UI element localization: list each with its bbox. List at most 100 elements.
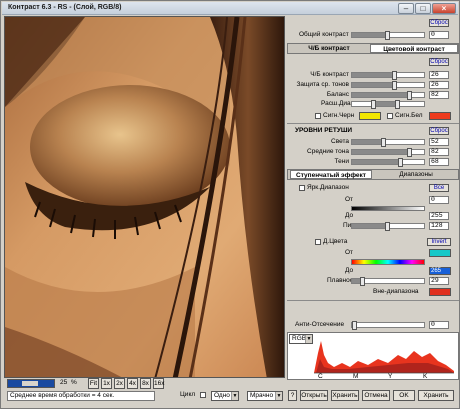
adjust-slider[interactable] <box>351 158 425 167</box>
outside-range-swatch[interactable] <box>429 288 451 296</box>
brightness-gradient-bar <box>351 206 425 211</box>
overall-contrast-input[interactable]: 0 <box>429 31 449 39</box>
tab-step-effect[interactable]: Ступенчатый эффект <box>290 170 372 179</box>
image-preview[interactable] <box>4 16 285 378</box>
value-input[interactable]: 82 <box>429 91 449 99</box>
app-window: Контраст 6.3 - RS - (Слой, RGB/8) – □ × <box>0 0 460 409</box>
slider-label: Баланс <box>326 91 349 98</box>
adjust-slider[interactable] <box>351 81 425 90</box>
close-icon: × <box>441 4 447 13</box>
range-low-thumb[interactable] <box>371 100 377 109</box>
adjust-slider[interactable] <box>351 138 425 147</box>
signal-black-label: Сигн.Черн <box>323 112 355 119</box>
smooth-input[interactable]: 29 <box>429 277 449 285</box>
zoom-button[interactable]: Fit <box>88 378 99 389</box>
anti-clip-slider[interactable] <box>351 321 425 330</box>
zoom-slider[interactable] <box>7 379 55 388</box>
signal-white-swatch[interactable] <box>429 112 451 120</box>
slider-thumb[interactable] <box>352 321 357 330</box>
slider-thumb[interactable] <box>385 222 390 231</box>
value-input[interactable]: 82 <box>429 148 449 156</box>
value-input[interactable]: 26 <box>429 71 449 79</box>
cycle-checkbox[interactable] <box>200 392 206 398</box>
slider-thumb[interactable] <box>381 138 387 147</box>
zoom-value: 25 <box>60 379 68 386</box>
slider-thumb[interactable] <box>359 277 365 286</box>
from2-color-swatch[interactable] <box>429 249 451 257</box>
invert-button[interactable]: Invert <box>427 238 451 246</box>
value-input[interactable]: 68 <box>429 158 449 166</box>
to2-color-swatch[interactable]: 265 <box>429 267 451 275</box>
open-button[interactable]: Открыть <box>300 390 328 401</box>
slider-thumb[interactable] <box>22 381 38 386</box>
signal-black-swatch[interactable] <box>359 112 381 120</box>
to-input[interactable]: 255 <box>429 212 449 220</box>
close-button[interactable]: × <box>432 3 456 14</box>
outside-range-label: Вне-диапазона <box>373 288 419 295</box>
cancel-button[interactable]: Отмена <box>362 390 390 401</box>
all-button[interactable]: Все <box>429 184 449 192</box>
slider-thumb[interactable] <box>397 158 403 167</box>
to2-label: До <box>345 267 354 274</box>
slider-label: Света <box>331 138 349 145</box>
slider-thumb[interactable] <box>392 81 398 90</box>
range-slider[interactable] <box>351 100 425 109</box>
value-input[interactable]: 26 <box>429 81 449 89</box>
window-title: Контраст 6.3 - RS - (Слой, RGB/8) <box>8 4 122 11</box>
ok-button[interactable]: OK <box>393 390 415 401</box>
range-high-thumb[interactable] <box>394 100 400 109</box>
title-bar: Контраст 6.3 - RS - (Слой, RGB/8) – □ × <box>2 2 458 15</box>
from-label: От <box>345 196 354 203</box>
divider <box>287 300 459 301</box>
from2-label: От <box>345 249 354 256</box>
help-button[interactable]: ? <box>288 390 297 401</box>
color-range-checkbox[interactable] <box>315 239 321 245</box>
save-button[interactable]: Хранить <box>331 390 359 401</box>
to-label: До <box>345 212 354 219</box>
signal-white-checkbox[interactable] <box>387 113 393 119</box>
retouch-reset-button[interactable]: Сброс <box>429 127 449 135</box>
bright-range-checkbox[interactable] <box>299 185 305 191</box>
cycle-label: Цикл <box>180 391 196 398</box>
tab-bw-contrast[interactable]: Ч/Б контраст <box>290 44 368 53</box>
zoom-unit: % <box>71 379 77 386</box>
speed-select[interactable]: Мрачно ▼ <box>247 391 283 401</box>
smooth-slider[interactable] <box>351 277 425 286</box>
zoom-button[interactable]: 8x <box>140 378 151 389</box>
adjust-slider[interactable] <box>351 71 425 80</box>
slider-label: Средние тона <box>307 148 349 155</box>
color-range-label: Д.Цвета <box>323 238 348 245</box>
overall-contrast-slider[interactable] <box>351 31 425 40</box>
effect-tabs: Ступенчатый эффект Диапазоны <box>287 169 459 180</box>
zoom-button[interactable]: 2x <box>114 378 125 389</box>
peak-input[interactable]: 128 <box>429 222 449 230</box>
minimize-icon: – <box>403 4 409 13</box>
zoom-button[interactable]: 1x <box>101 378 112 389</box>
anti-clip-input[interactable]: 0 <box>429 321 449 329</box>
peak-slider[interactable] <box>351 222 425 231</box>
chevron-down-icon: ▼ <box>231 392 238 400</box>
bottom-bar: 25 % Fit 1x 2x 4x 8x 16x Среднее время обрабо… <box>4 378 459 408</box>
adjust-slider[interactable] <box>351 91 425 100</box>
slider-thumb[interactable] <box>406 91 412 100</box>
minimize-button[interactable]: – <box>398 3 414 14</box>
adjust-slider[interactable] <box>351 148 425 157</box>
value-input[interactable]: 52 <box>429 138 449 146</box>
contrast-tabs: Ч/Б контраст Цветовой контраст <box>287 43 459 54</box>
overall-reset-button[interactable]: Сброс <box>429 19 449 27</box>
bw-reset-button[interactable]: Сброс <box>429 58 449 66</box>
mode-select[interactable]: Одно ▼ <box>211 391 239 401</box>
slider-thumb[interactable] <box>406 148 412 157</box>
anti-clip-label: Анти-Отсечение <box>295 321 345 328</box>
tab-ranges[interactable]: Диапазоны <box>374 170 458 179</box>
tab-color-contrast[interactable]: Цветовой контраст <box>370 44 458 53</box>
slider-thumb[interactable] <box>385 31 390 40</box>
store-button[interactable]: Хранить <box>418 390 454 401</box>
from-input[interactable]: 0 <box>429 196 449 204</box>
zoom-button[interactable]: 16x <box>153 378 164 389</box>
zoom-button[interactable]: 4x <box>127 378 138 389</box>
signal-black-checkbox[interactable] <box>315 113 321 119</box>
maximize-button[interactable]: □ <box>415 3 431 14</box>
slider-thumb[interactable] <box>392 71 398 80</box>
portrait-photo <box>5 17 284 377</box>
